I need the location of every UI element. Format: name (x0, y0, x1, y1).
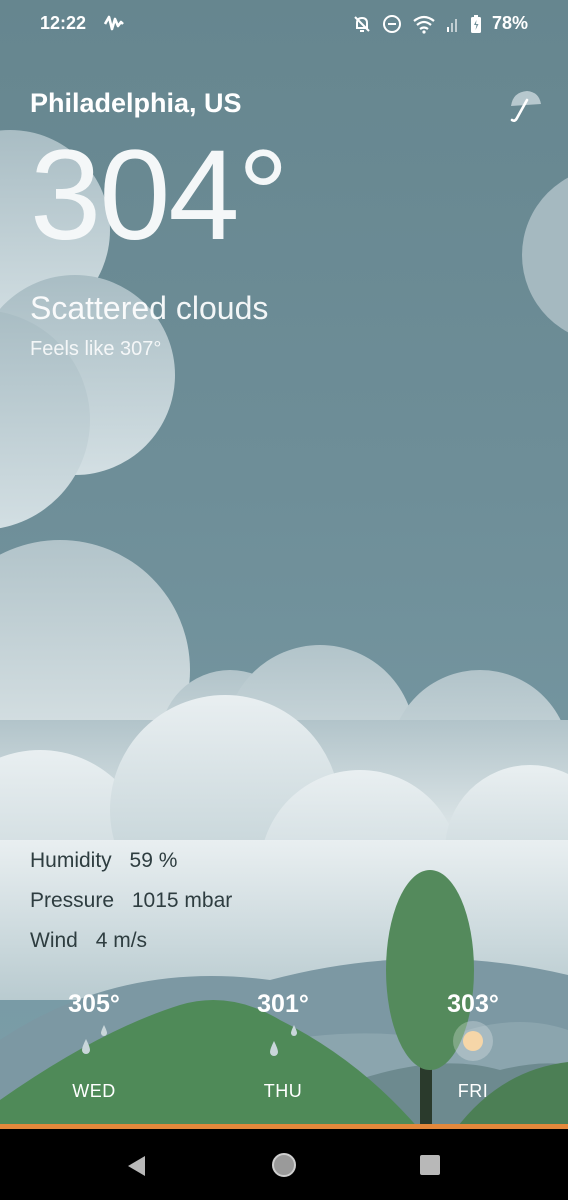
right-edge-cloud (522, 177, 568, 333)
humidity-label: Humidity (30, 849, 112, 872)
forecast-day-label: THU (263, 1081, 303, 1101)
weather-description: Scattered clouds (30, 290, 269, 326)
rain-drops-icon (270, 1025, 297, 1056)
forecast-day-thu[interactable]: 301° THU (223, 990, 343, 1102)
pressure-label: Pressure (30, 889, 115, 912)
wind-label: Wind (30, 929, 78, 952)
feels-like: Feels like 307° (30, 338, 161, 361)
forecast-temp: 303° (447, 990, 499, 1018)
cell-signal-icon (446, 18, 457, 32)
pressure-row: Pressure 1015 mbar (30, 886, 232, 926)
battery-percentage: 78% (491, 13, 528, 33)
feels-like-label: Feels like (30, 338, 115, 360)
wind-value: 4 m/s (95, 929, 148, 952)
battery-icon (470, 14, 481, 33)
home-icon[interactable] (271, 1152, 297, 1178)
wind-row: Wind 4 m/s (30, 926, 232, 966)
wifi-icon (413, 15, 435, 34)
humidity-row: Humidity 59 % (30, 846, 232, 886)
weather-details: Humidity 59 % Pressure 1015 mbar Wind 4 … (30, 846, 232, 966)
city-name: Philadelphia, US (30, 88, 242, 118)
forecast-temp: 305° (68, 990, 120, 1018)
current-temperature: 304° (30, 124, 289, 267)
recents-icon[interactable] (419, 1154, 441, 1176)
back-icon[interactable] (125, 1154, 149, 1178)
weather-screen: 12:22 78% Philadelphia, US 304° Scattere… (0, 0, 568, 1200)
umbrella-icon[interactable] (503, 86, 543, 126)
forecast-day-wed[interactable]: 305° WED (34, 990, 154, 1102)
sun-icon (453, 1021, 493, 1061)
waveform-app-icon (103, 15, 124, 31)
humidity-value: 59 % (129, 849, 178, 872)
feels-like-value: 307° (120, 338, 162, 360)
pressure-value: 1015 mbar (131, 889, 233, 912)
rain-drops-icon (82, 1025, 107, 1054)
forecast-day-label: WED (72, 1081, 116, 1101)
status-time: 12:22 (40, 13, 87, 33)
forecast-day-label: FRI (457, 1081, 489, 1101)
do-not-disturb-icon (382, 14, 401, 33)
status-icons: 78% (352, 13, 528, 34)
forecast-day-fri[interactable]: 303° FRI (413, 990, 533, 1102)
status-bar: 12:22 78% (0, 0, 568, 48)
forecast-temp: 301° (257, 990, 309, 1018)
system-navigation-bar (0, 1129, 568, 1200)
bell-off-icon (354, 15, 370, 32)
